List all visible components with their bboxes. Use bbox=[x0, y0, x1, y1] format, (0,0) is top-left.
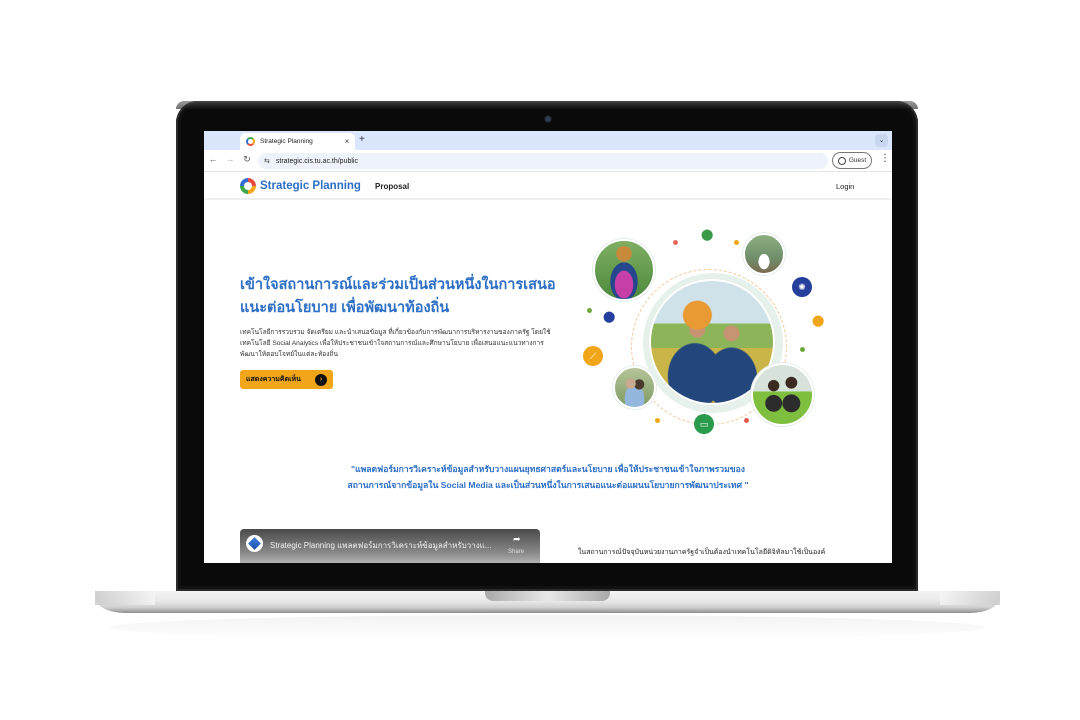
laptop-reflection bbox=[110, 615, 985, 640]
video-title[interactable]: Strategic Planning แพลตฟอร์มการวิเคราะห์… bbox=[270, 539, 500, 552]
new-tab-button[interactable]: + bbox=[359, 134, 365, 145]
nav-link-login[interactable]: Login bbox=[836, 182, 854, 191]
browser-tab-strip: Strategic Planning × + ⌄ bbox=[204, 131, 892, 150]
webcam-icon bbox=[545, 116, 551, 122]
strategic-planning-logo-icon[interactable] bbox=[240, 178, 256, 194]
browser-menu-icon[interactable]: ⋮ bbox=[880, 153, 890, 164]
map-pin-icon: ⬤ bbox=[812, 315, 825, 327]
line-chart-icon: ⟋ bbox=[583, 346, 603, 366]
photo-woman-with-flowers bbox=[593, 239, 655, 301]
chevron-right-icon: › bbox=[315, 373, 327, 386]
channel-logo-icon[interactable] bbox=[246, 535, 263, 552]
hero-title: เข้าใจสถานการณ์และร่วมเป็นส่วนหนึ่งในการ… bbox=[240, 277, 556, 316]
laptop-screen: Strategic Planning × + ⌄ ← → ↻ ⇆ strateg… bbox=[204, 131, 892, 563]
profile-icon bbox=[837, 156, 846, 165]
reload-icon[interactable]: ↻ bbox=[241, 154, 253, 165]
hero-description: เทคโนโลยีการรวบรวม จัดเตรียม และนำเสนอข้… bbox=[240, 329, 551, 358]
laptop-base-sheen bbox=[95, 591, 155, 605]
decor-dot bbox=[587, 308, 592, 313]
laptop-mockup: Strategic Planning × + ⌄ ← → ↻ ⇆ strateg… bbox=[0, 0, 1080, 720]
favicon-icon bbox=[246, 137, 255, 146]
brand-name[interactable]: Strategic Planning bbox=[260, 180, 361, 192]
decor-dot bbox=[744, 418, 749, 423]
back-arrow-icon[interactable]: ← bbox=[207, 154, 219, 164]
address-bar[interactable]: ⇆ strategic.cis.tu.ac.th/public bbox=[258, 153, 828, 169]
profile-guest-button[interactable]: Guest bbox=[832, 152, 872, 169]
forward-arrow-icon[interactable]: → bbox=[224, 154, 236, 164]
decor-dot bbox=[655, 418, 660, 423]
laptop-opening-notch bbox=[485, 591, 610, 601]
lightbulb-icon: ✺ bbox=[792, 277, 812, 297]
decor-dot bbox=[673, 240, 678, 245]
share-icon[interactable]: ➦ bbox=[513, 534, 521, 545]
profile-label: Guest bbox=[848, 157, 867, 164]
platform-quote: "แพลตฟอร์มการวิเคราะห์ข้อมูลสำหรับวางแผน… bbox=[347, 464, 749, 490]
laptop-lid-edge bbox=[176, 101, 918, 109]
photo-farmers-with-laptop bbox=[751, 363, 814, 426]
site-info-icon[interactable]: ⇆ bbox=[264, 157, 270, 165]
share-label[interactable]: Share bbox=[508, 549, 524, 555]
chat-bubbles-icon: ▭ bbox=[694, 414, 714, 434]
photo-family-hug bbox=[613, 366, 656, 409]
map-pin-icon: ⬤ bbox=[701, 229, 714, 241]
nav-link-proposal[interactable]: Proposal bbox=[375, 182, 409, 191]
give-feedback-label: แสดงความคิดเห็น bbox=[246, 376, 301, 383]
tab-search-dropdown-icon[interactable]: ⌄ bbox=[875, 134, 888, 147]
laptop-base-sheen bbox=[940, 591, 1000, 605]
give-feedback-button[interactable]: แสดงความคิดเห็น › bbox=[240, 370, 333, 389]
intro-paragraph: ในสถานการณ์ปัจจุบันหน่วยงานภาครัฐจำเป็นต… bbox=[578, 549, 826, 556]
map-pin-icon: ⬤ bbox=[603, 311, 616, 323]
decor-dot bbox=[800, 347, 805, 352]
browser-tab[interactable]: Strategic Planning × bbox=[240, 133, 355, 150]
site-header: Strategic Planning Proposal Login bbox=[204, 172, 892, 200]
tab-title: Strategic Planning bbox=[260, 138, 313, 145]
browser-toolbar: ← → ↻ ⇆ strategic.cis.tu.ac.th/public Gu… bbox=[204, 150, 892, 172]
hero-illustration: ✺ ⟋ ▭ ⬤ ⬤ ⬤ bbox=[576, 226, 836, 441]
url-text[interactable]: strategic.cis.tu.ac.th/public bbox=[276, 158, 358, 165]
photo-children-cheering bbox=[743, 233, 785, 275]
decor-dot bbox=[734, 240, 739, 245]
youtube-video-embed[interactable]: Strategic Planning แพลตฟอร์มการวิเคราะห์… bbox=[240, 529, 540, 563]
close-tab-icon[interactable]: × bbox=[341, 137, 353, 146]
